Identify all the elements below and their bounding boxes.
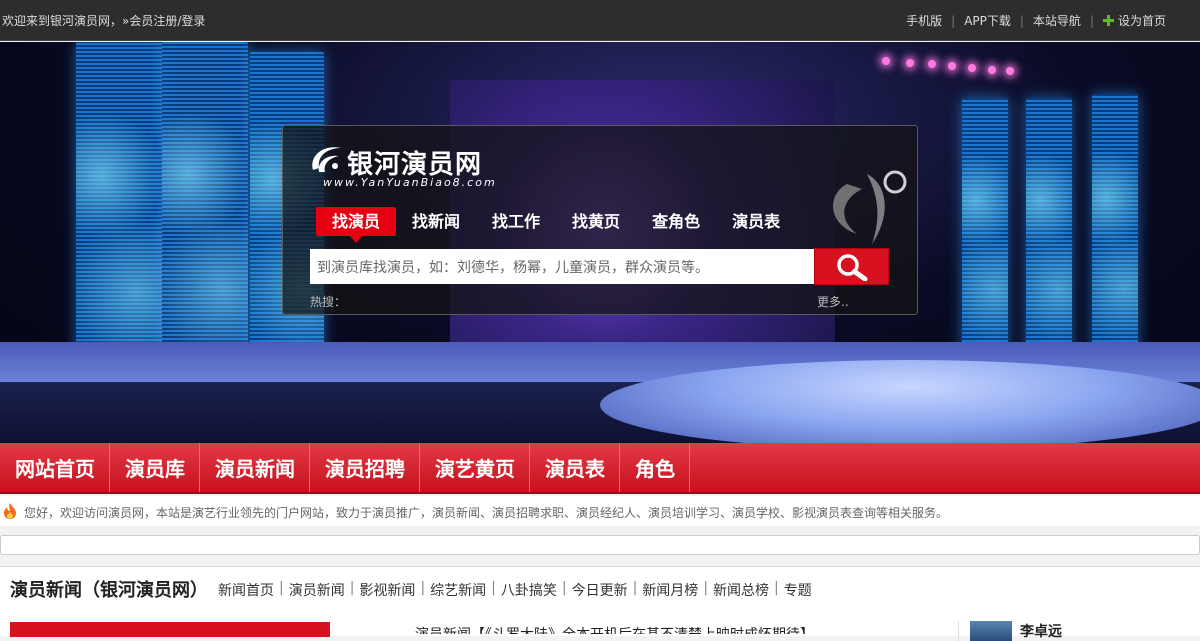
plus-icon (1102, 15, 1114, 26)
tab-find-yellowpage[interactable]: 找黄页 (556, 207, 636, 236)
search-icon (837, 254, 868, 281)
nav-actor-library[interactable]: 演员库 (110, 443, 200, 492)
divider: | (632, 580, 638, 596)
led-panel (76, 42, 162, 377)
stage-light (968, 64, 976, 72)
news-link[interactable]: 影视新闻 (359, 580, 415, 600)
empty-panel (0, 535, 1200, 555)
mobile-version-link[interactable]: 手机版 (906, 12, 942, 29)
nav-roles[interactable]: 角色 (620, 443, 690, 492)
led-panel (1092, 94, 1138, 354)
tab-find-role[interactable]: 查角色 (636, 207, 716, 236)
news-link[interactable]: 新闻总榜 (713, 580, 769, 600)
stage-light (988, 66, 996, 74)
welcome-label: 欢迎来到银河演员网，» (2, 14, 130, 28)
led-panel (1026, 98, 1072, 354)
news-link[interactable]: 新闻月榜 (642, 580, 698, 600)
divider: | (703, 580, 709, 596)
divider: | (561, 580, 567, 596)
site-navigation-link[interactable]: 本站导航 (1033, 12, 1081, 29)
led-panel (162, 42, 248, 372)
site-logo[interactable]: 银河演员网 www.YanYuanBiao8.com (305, 138, 545, 190)
news-links: 新闻首页 | 演员新闻 | 影视新闻 | 综艺新闻 | 八卦搞笑 | 今日更新 | 新闻月榜… (218, 580, 812, 600)
tab-find-actor[interactable]: 找演员 (316, 207, 397, 243)
avatar[interactable] (970, 621, 1012, 641)
search-input[interactable] (310, 249, 814, 284)
divider: | (349, 580, 355, 596)
stage-curve (600, 360, 1200, 443)
set-homepage-link[interactable]: 设为首页 (1118, 12, 1166, 29)
news-link[interactable]: 今日更新 (572, 580, 628, 600)
fire-icon (4, 503, 16, 519)
search-button[interactable] (814, 248, 889, 285)
divider: | (951, 13, 956, 28)
search-panel: 银河演员网 www.YanYuanBiao8.com 找演员 找新闻 找工作 找… (282, 125, 918, 315)
app-download-link[interactable]: APP下载 (964, 12, 1011, 29)
tab-cast-list[interactable]: 演员表 (716, 207, 796, 236)
tab-find-job[interactable]: 找工作 (476, 207, 556, 236)
divider: | (1019, 13, 1024, 28)
search-tabs: 找演员 找新闻 找工作 找黄页 查角色 演员表 (316, 207, 796, 243)
hero-banner: 银河演员网 www.YanYuanBiao8.com 找演员 找新闻 找工作 找… (0, 42, 1200, 443)
nav-cast-list[interactable]: 演员表 (530, 443, 620, 492)
top-links: 手机版 | APP下载 | 本站导航 | 设为首页 (906, 12, 1166, 29)
tab-find-news[interactable]: 找新闻 (396, 207, 476, 236)
stage-light (1006, 67, 1014, 75)
brand-emblem-icon (833, 170, 907, 244)
nav-actor-news[interactable]: 演员新闻 (200, 443, 310, 492)
top-bar: 欢迎来到银河演员网，»会员注册/登录 手机版 | APP下载 | 本站导航 | … (0, 0, 1200, 41)
more-link[interactable]: 更多.. (817, 293, 849, 310)
news-headline[interactable]: 演员新闻【《斗罗大陆》全本开机后在基不清楚上映时成怀期待】 (415, 624, 885, 634)
news-link[interactable]: 专题 (784, 580, 812, 600)
led-panel (962, 98, 1008, 354)
news-link[interactable]: 八卦搞笑 (501, 580, 557, 600)
notice-text: 您好，欢迎访问演员网，本站是演艺行业领先的门户网站，致力于演员推广，演员新闻、演… (24, 506, 949, 520)
news-link[interactable]: 综艺新闻 (430, 580, 486, 600)
notice-bar: 您好，欢迎访问演员网，本站是演艺行业领先的门户网站，致力于演员推广，演员新闻、演… (0, 496, 1200, 526)
divider (958, 621, 959, 641)
news-link[interactable]: 演员新闻 (289, 580, 345, 600)
stage-light (906, 59, 914, 67)
news-section: 演员新闻（银河演员网） 新闻首页 | 演员新闻 | 影视新闻 | 综艺新闻 | 八卦搞笑… (0, 566, 1200, 641)
divider: | (491, 580, 496, 596)
register-login-link[interactable]: 会员注册/登录 (129, 14, 205, 28)
news-link[interactable]: 新闻首页 (218, 580, 274, 600)
stage-light (948, 62, 956, 70)
news-section-title: 演员新闻（银河演员网） (10, 580, 208, 601)
nav-yellow-pages[interactable]: 演艺黄页 (420, 443, 530, 492)
main-nav: 网站首页 演员库 演员新闻 演员招聘 演艺黄页 演员表 角色 (0, 443, 1200, 494)
hot-search-label: 热搜： (310, 295, 347, 309)
nav-actor-recruitment[interactable]: 演员招聘 (310, 443, 420, 492)
divider: | (279, 580, 284, 596)
logo-subtitle: www.YanYuanBiao8.com (323, 176, 497, 189)
divider: | (774, 580, 779, 596)
stage-light (882, 57, 890, 65)
stage-light (928, 60, 936, 68)
divider: | (1089, 13, 1094, 28)
welcome-text: 欢迎来到银河演员网，»会员注册/登录 (2, 12, 205, 29)
divider: | (420, 580, 426, 596)
nav-home[interactable]: 网站首页 (0, 443, 110, 492)
news-person-name[interactable]: 李卓远 (1020, 621, 1062, 641)
